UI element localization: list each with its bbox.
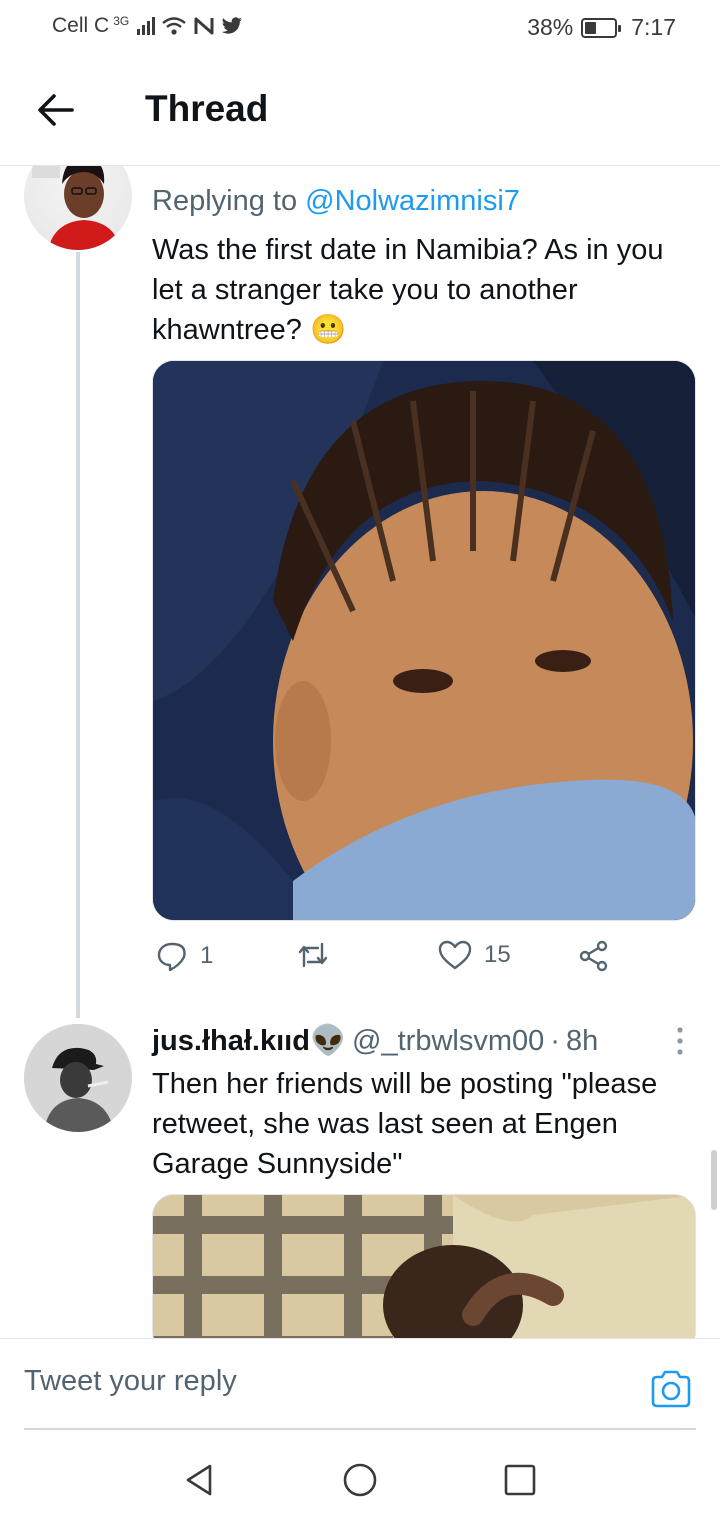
nav-back-icon[interactable] <box>182 1462 218 1498</box>
tweet-time: 8h <box>565 1024 599 1057</box>
battery-fill <box>585 21 597 34</box>
reply-icon <box>157 942 186 972</box>
more-options-icon[interactable] <box>675 1026 685 1056</box>
reply-input[interactable]: Tweet your reply <box>24 1365 237 1398</box>
wifi-icon <box>162 17 186 35</box>
avatar-portrait <box>24 1024 132 1132</box>
status-right: 38% 7:17 <box>527 14 676 41</box>
share-icon <box>579 940 608 972</box>
replying-prefix: Replying to <box>152 185 306 217</box>
back-arrow-icon[interactable] <box>32 86 80 134</box>
nav-recents-icon[interactable] <box>502 1462 538 1498</box>
like-action[interactable]: 15 <box>438 940 511 970</box>
battery-percent: 38% <box>527 14 574 40</box>
replying-handle-link[interactable]: @Nolwazimnisi7 <box>305 185 520 217</box>
reply-composer: Tweet your reply <box>0 1338 720 1430</box>
status-bar: Cell C 3G 38% 7:17 <box>0 0 720 56</box>
twitter-icon <box>221 17 243 34</box>
tweet1-actions: 1 15 <box>152 940 696 984</box>
heart-icon <box>438 940 472 970</box>
scrollbar[interactable] <box>711 1150 717 1210</box>
app-header: Thread <box>0 56 720 166</box>
share-action[interactable] <box>578 940 610 972</box>
meta-separator: · <box>550 1024 560 1057</box>
camera-icon[interactable] <box>650 1369 692 1409</box>
system-nav-bar <box>0 1432 720 1520</box>
network-type: 3G <box>113 14 130 28</box>
tweet1-text: Was the first date in Namibia? As in you… <box>152 234 664 346</box>
thread-connector <box>76 252 80 1018</box>
tweet1-media-image[interactable] <box>152 360 696 921</box>
reply-action[interactable]: 1 <box>156 940 213 972</box>
alien-emoji-icon: 👽 <box>309 1025 347 1057</box>
carrier-label: Cell C <box>52 14 110 37</box>
tweet2-header: jus.łhał.kııd 👽 @_trbwlsvm00 · 8h <box>152 1024 598 1058</box>
reply-count: 1 <box>200 942 214 969</box>
page-title: Thread <box>145 88 269 129</box>
replying-to: Replying to @Nolwazimnisi7 <box>152 185 520 218</box>
reply-underline <box>24 1428 696 1430</box>
photo-child-frowning <box>153 361 695 920</box>
author-display-name[interactable]: jus.łhał.kııd <box>152 1025 310 1058</box>
retweet-icon <box>298 942 328 968</box>
tweet2-text: Then her friends will be posting "please… <box>152 1068 658 1180</box>
signal-icon <box>137 17 156 35</box>
nav-home-icon[interactable] <box>342 1462 378 1498</box>
retweet-action[interactable] <box>296 940 342 970</box>
photo-plaid-couch <box>153 1195 695 1353</box>
like-count: 15 <box>484 941 511 968</box>
nfc-icon <box>194 17 214 35</box>
clock: 7:17 <box>631 14 676 40</box>
status-left: Cell C 3G <box>52 14 243 38</box>
battery-icon <box>581 17 622 38</box>
author-handle[interactable]: @_trbwlsvm00 <box>352 1025 544 1058</box>
tweet2-media-image[interactable] <box>152 1194 696 1354</box>
avatar[interactable] <box>24 1024 132 1132</box>
